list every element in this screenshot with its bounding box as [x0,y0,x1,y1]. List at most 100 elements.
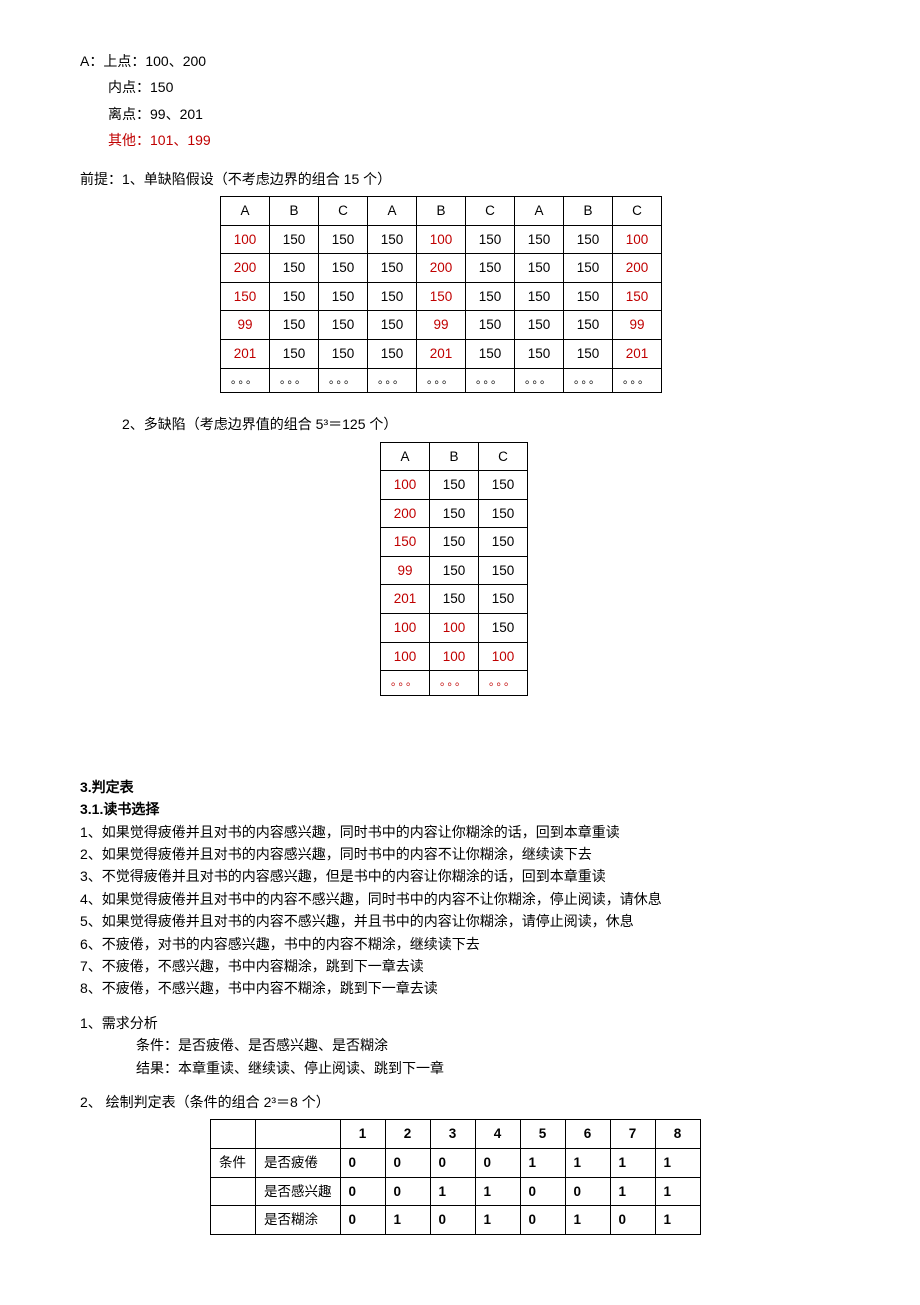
table-cell: 150 [479,528,528,557]
table-cell: 150 [479,499,528,528]
table-cell: 。。。 [515,368,564,393]
table-cell: 0 [340,1148,385,1177]
table-header: A [381,442,430,471]
table-row: 150150150 [381,528,528,557]
table-header: C [319,196,368,225]
table-cell: 0 [520,1206,565,1235]
table-cell: 150 [417,282,466,311]
table-cell: 150 [466,254,515,283]
table-cell: 99 [417,311,466,340]
table-row: 991501501509915015015099 [221,311,662,340]
table-cell: 0 [520,1177,565,1206]
table-cell: 150 [515,254,564,283]
rule-item: 8、不疲倦，不感兴趣，书中内容不糊涂，跳到下一章去读 [80,977,840,999]
table-cell: 1 [385,1206,430,1235]
rule-item: 6、不疲倦，对书的内容感兴趣，书中的内容不糊涂，继续读下去 [80,933,840,955]
table-row: 是否糊涂01010101 [211,1206,701,1235]
table-cell: 1 [655,1177,700,1206]
table-cell: 99 [613,311,662,340]
table-cell: 150 [564,225,613,254]
table-cell: 。。。 [613,368,662,393]
table-header: C [466,196,515,225]
table-cell: 100 [430,614,479,643]
multi-defect-table: ABC 100150150200150150150150150991501502… [380,442,528,696]
table-cell: 0 [385,1148,430,1177]
table-cell: 。。。 [466,368,515,393]
table-cell: 150 [515,282,564,311]
table-cell: 100 [381,642,430,671]
table-cell: 150 [368,282,417,311]
point-outer: 离点：99、201 [80,103,840,125]
table-header: A [368,196,417,225]
table-cell: 0 [475,1148,520,1177]
table-header [211,1120,256,1149]
table-row: 100100150 [381,614,528,643]
point-inner: 内点：150 [80,76,840,98]
multi-defect-line: 2、多缺陷（考虑边界值的组合 5³＝125 个） [80,413,840,435]
table-cell: 150 [466,225,515,254]
rule-item: 5、如果觉得疲倦并且对书的内容不感兴趣，并且书中的内容让你糊涂，请停止阅读，休息 [80,910,840,932]
table-cell: 150 [515,311,564,340]
table-header: B [270,196,319,225]
table-row: 200150150150200150150150200 [221,254,662,283]
draw-table-line: 2、 绘制判定表（条件的组合 2³＝8 个） [80,1091,840,1113]
table-cell: 1 [475,1177,520,1206]
table-cell: 150 [368,254,417,283]
table-cell: 100 [430,642,479,671]
table-cell: 。。。 [381,671,430,696]
table-cell: 1 [430,1177,475,1206]
point-a-line: A：上点：100、200 [80,50,840,72]
table-cell: 150 [430,528,479,557]
table-cell: 200 [221,254,270,283]
table-row: 条件是否疲倦00001111 [211,1148,701,1177]
table-cell: 是否感兴趣 [256,1177,341,1206]
table-cell: 150 [319,254,368,283]
table-header [256,1120,341,1149]
table-header: C [479,442,528,471]
table-row: 100150150 [381,471,528,500]
table-cell: 99 [381,556,430,585]
section-3-heading: 3.判定表 [80,776,840,798]
table-cell: 150 [430,499,479,528]
table-row: 是否感兴趣00110011 [211,1177,701,1206]
table-cell: 150 [515,225,564,254]
table-header: B [564,196,613,225]
table-header: B [430,442,479,471]
section-3-1-heading: 3.1.读书选择 [80,798,840,820]
table-cell: 150 [479,585,528,614]
table-cell: 200 [417,254,466,283]
table-header: B [417,196,466,225]
table-cell: 。。。 [417,368,466,393]
table-cell: 0 [430,1148,475,1177]
table-cell: 0 [430,1206,475,1235]
table-cell: 150 [479,614,528,643]
rule-item: 2、如果觉得疲倦并且对书的内容感兴趣，同时书中的内容不让你糊涂，继续读下去 [80,843,840,865]
table-cell: 150 [479,471,528,500]
table-cell: 150 [613,282,662,311]
table-cell: 150 [466,282,515,311]
table-header: 5 [520,1120,565,1149]
table-cell: 。。。 [221,368,270,393]
table-cell: 150 [479,556,528,585]
req-cond: 条件：是否疲倦、是否感兴趣、是否糊涂 [80,1034,840,1056]
table-header: 1 [340,1120,385,1149]
table-cell: 。。。 [319,368,368,393]
table-cell [211,1206,256,1235]
table-header: 8 [655,1120,700,1149]
table-cell: 是否疲倦 [256,1148,341,1177]
table-cell: 100 [613,225,662,254]
table-cell: 。。。 [430,671,479,696]
table-cell: 100 [381,471,430,500]
table-cell: 150 [466,311,515,340]
table-cell: 100 [221,225,270,254]
table-cell: 。。。 [270,368,319,393]
table-cell: 150 [368,339,417,368]
table-cell: 150 [564,254,613,283]
table-cell: 150 [368,311,417,340]
table-cell: 150 [270,339,319,368]
table-header: 6 [565,1120,610,1149]
table-row: 。。。。。。。。。 [381,671,528,696]
table-cell: 150 [515,339,564,368]
table-cell: 150 [319,225,368,254]
table-cell: 150 [430,471,479,500]
